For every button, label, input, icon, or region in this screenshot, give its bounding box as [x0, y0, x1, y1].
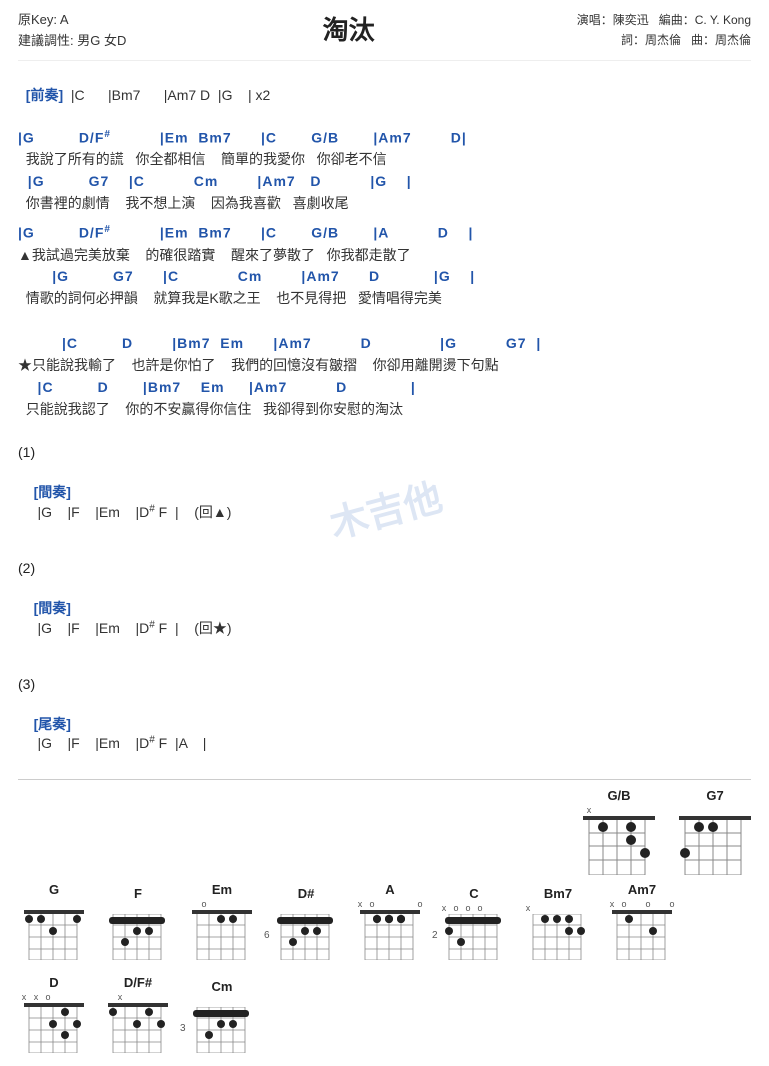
chord-diagram-g7: G7	[679, 788, 751, 878]
chord-line-1: |G D/F# |Em Bm7 |C G/B |Am7 D|	[18, 127, 751, 149]
lyric-line-5: ★只能說我輸了 也許是你怕了 我們的回憶沒有皺摺 你卻用離開燙下句點	[18, 354, 751, 376]
chord-line-2: |G G7 |C Cm |Am7 D |G |	[18, 171, 751, 192]
suggested-key: 建議調性: 男G 女D	[18, 31, 126, 52]
lyric-line-2: 你書裡的劇情 我不想上演 因為我喜歡 喜劇收尾	[18, 192, 751, 214]
header: 原Key: A 建議調性: 男G 女D 淘汰 演唱：陳奕迅 編曲：C. Y. K…	[18, 10, 751, 52]
interlude-label-2: [間奏]	[34, 600, 71, 616]
numbered-section-2: (2) [間奏] |G |F |Em |D# F | (回★)	[18, 560, 751, 654]
numbered-section-1: (1) [間奏] |G |F |Em |D# F | (回▲)	[18, 444, 751, 538]
section-5: |C D |Bm7 Em |Am7 D |G G7 | ★只能說我輸了 也許是你…	[18, 333, 751, 420]
chord-name-gb: G/B	[607, 788, 630, 803]
chord-diagram-am7: Am7 x o o o	[606, 882, 678, 963]
singer-line: 演唱：陳奕迅 編曲：C. Y. Kong	[571, 10, 751, 30]
outro-label: [尾奏]	[34, 716, 71, 732]
chord-line-3: |G D/F# |Em Bm7 |C G/B |A D |	[18, 222, 751, 244]
num-content-3: [尾奏] |G |F |Em |D# F |A |	[18, 698, 751, 767]
intro-label: [前奏]	[26, 87, 63, 103]
chord-diagram-f: F	[102, 886, 174, 963]
intro-line: [前奏] |C |Bm7 |Am7 D |G | x2	[18, 69, 751, 105]
gb-string-markers: x	[583, 805, 655, 815]
lyric-line-4: 情歌的詞何必押韻 就算我是K歌之王 也不見得把 愛情唱得完美	[18, 287, 751, 309]
num-content-2: [間奏] |G |F |Em |D# F | (回★)	[18, 582, 751, 654]
lyric-line-6: 只能說我認了 你的不安贏得你信住 我卻得到你安慰的淘汰	[18, 398, 751, 420]
num-label-2: (2)	[18, 560, 751, 576]
header-separator	[18, 60, 751, 61]
lyric-line-1: 我說了所有的謊 你全都相信 簡單的我愛你 你卻老不信	[18, 148, 751, 170]
chord-line-6: |C D |Bm7 Em |Am7 D |	[18, 377, 751, 398]
chord-diagram-em: Em o	[186, 882, 258, 963]
chord-diagram-bm7: Bm7 x	[522, 886, 594, 963]
chord-line-4: |G G7 |C Cm |Am7 D |G |	[18, 266, 751, 287]
chord-diagram-gb: G/B x	[583, 788, 655, 878]
chord-diagrams-top-row: G/B x	[18, 788, 751, 878]
lyric-composer-line: 詞：周杰倫 曲：周杰倫	[571, 30, 751, 50]
original-key: 原Key: A	[18, 10, 126, 31]
g7-grid	[679, 820, 751, 875]
num-content-1: [間奏] |G |F |Em |D# F | (回▲)	[18, 466, 751, 538]
key-info: 原Key: A 建議調性: 男G 女D	[18, 10, 126, 52]
numbered-section-3: (3) [尾奏] |G |F |Em |D# F |A |	[18, 676, 751, 767]
interlude-label-1: [間奏]	[34, 484, 71, 500]
chord-diagram-dsharp: D# 6	[270, 886, 342, 963]
chord-diagram-cm: Cm 3	[186, 979, 258, 1056]
chord-diagram-dfsharp: D/F# x	[102, 975, 174, 1056]
chord-diagram-c: C x o o o 2	[438, 886, 510, 963]
lyric-line-3: ▲我試過完美放棄 的確很踏實 醒來了夢散了 你我都走散了	[18, 244, 751, 266]
gb-grid	[583, 820, 655, 875]
chord-diagram-g: G	[18, 882, 90, 963]
chord-name-g7: G7	[706, 788, 723, 803]
chord-diagram-a: A x o o	[354, 882, 426, 963]
chord-diagrams: G/B x	[18, 779, 751, 1056]
section-3: |G D/F# |Em Bm7 |C G/B |A D | ▲我試過完美放棄 的…	[18, 222, 751, 309]
chord-diagrams-bottom-row: G	[18, 882, 751, 1056]
credits: 演唱：陳奕迅 編曲：C. Y. Kong 詞：周杰倫 曲：周杰倫	[571, 10, 751, 51]
g7-string-markers	[679, 805, 751, 815]
section-1: |G D/F# |Em Bm7 |C G/B |Am7 D| 我說了所有的謊 你…	[18, 127, 751, 214]
song-title: 淘汰	[126, 10, 571, 47]
num-label-1: (1)	[18, 444, 751, 460]
chord-diagram-d: D x x o	[18, 975, 90, 1056]
num-label-3: (3)	[18, 676, 751, 692]
chord-line-5: |C D |Bm7 Em |Am7 D |G G7 |	[18, 333, 751, 354]
